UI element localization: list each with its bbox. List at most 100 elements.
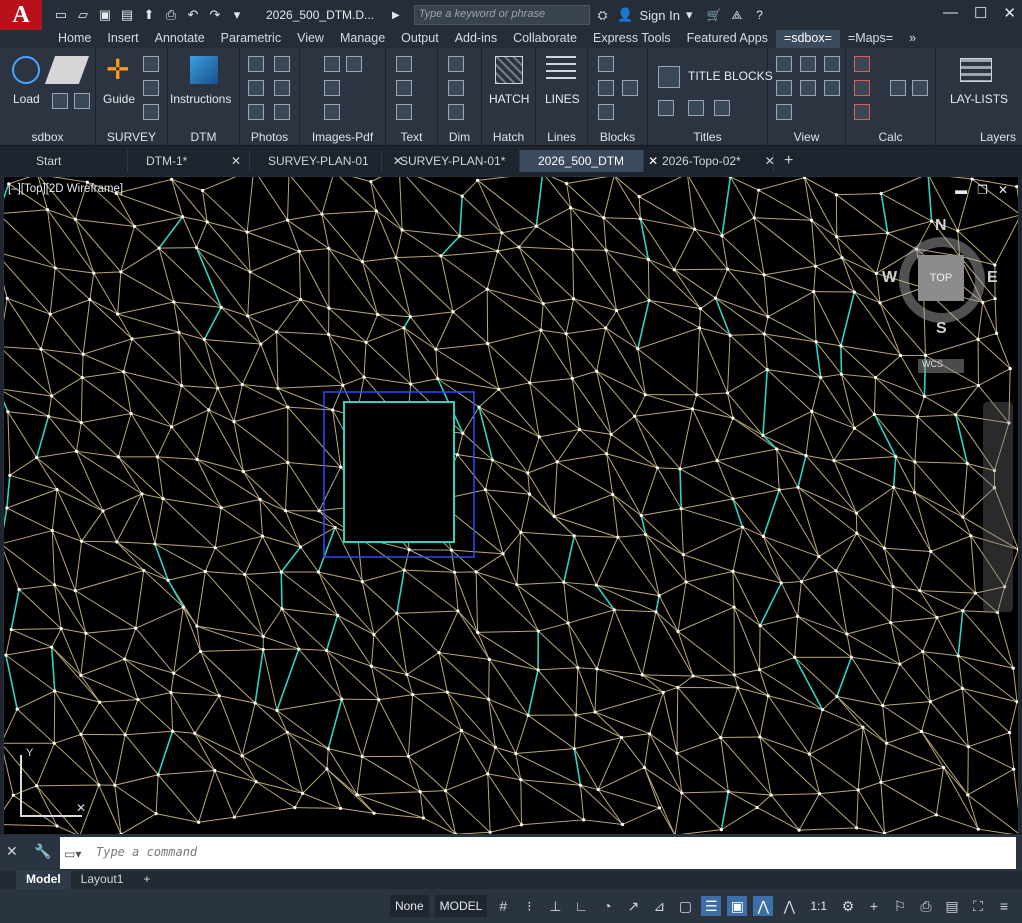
view-split-icon[interactable] [800,56,816,72]
sign-in-button[interactable]: 👤 Sign In ▾ [617,7,692,23]
command-prompt-icon[interactable]: ▭▾ [64,847,81,861]
save-icon[interactable]: ▣ [96,6,114,24]
undo-icon[interactable]: ↶ [184,6,202,24]
dim-chain-icon[interactable] [448,104,464,120]
close-icon[interactable]: ✕ [998,183,1008,197]
tab-sdbox[interactable]: =sdbox= [775,30,840,48]
a4-icon[interactable] [52,93,68,109]
gear-icon[interactable]: ⚙ [838,896,858,916]
photo-export-icon[interactable] [274,104,290,120]
qat-dropdown-icon[interactable]: ▾ [228,6,246,24]
title-blocks-button[interactable]: TITLE BLOCKS [688,69,773,83]
text-style-icon[interactable] [396,56,412,72]
tab-home[interactable]: Home [50,30,99,48]
layers-icon[interactable] [960,58,992,82]
panel-label-view[interactable]: View [768,130,845,144]
close-icon[interactable]: ✕ [1003,4,1016,22]
clean-screen-icon[interactable]: ▤ [942,896,962,916]
tab-view[interactable]: View [289,30,332,48]
none-toggle[interactable]: None [389,895,429,917]
print-icon[interactable]: ⎙ [162,6,180,24]
panel-label-calc[interactable]: Calc [846,130,935,144]
navigation-bar[interactable] [983,402,1013,612]
tab-express-tools[interactable]: Express Tools [585,30,679,48]
level-icon[interactable] [143,104,159,120]
viewport-label[interactable]: [–][Top][2D Wireframe] [8,183,123,195]
tab-insert[interactable]: Insert [99,30,146,48]
close-icon[interactable]: ✕ [765,154,775,172]
tab-collaborate[interactable]: Collaborate [505,30,585,48]
tab-parametric[interactable]: Parametric [213,30,289,48]
lines-icon[interactable] [546,56,576,82]
minimize-icon[interactable]: — [943,4,958,22]
tab-layout1[interactable]: Layout1 [71,871,134,889]
help-icon[interactable]: ? [756,8,763,22]
calc-chart-icon[interactable] [854,104,870,120]
panel-label-photos[interactable]: Photos [240,130,299,144]
polar-icon[interactable]: ◔ [597,896,617,916]
doc-tab-survey-plan-01[interactable]: SURVEY-PLAN-01 ✕ [250,150,403,172]
panel-label-layers[interactable]: Layers [936,130,1022,144]
snap-icon[interactable]: ⁝ [519,896,539,916]
compass-north[interactable]: N [935,217,947,235]
calc-area-icon[interactable] [854,56,870,72]
panel-label-hatch[interactable]: Hatch [482,130,535,144]
compass-east[interactable]: E [987,269,998,287]
lineweight-icon[interactable]: ☰ [701,896,722,916]
view-zoom-icon[interactable] [776,80,792,96]
annotation-visibility-icon[interactable]: ⋀ [753,896,774,916]
cart-icon[interactable]: 🛒 [707,8,722,22]
calc-distance-icon[interactable] [912,80,928,96]
isodraft-icon[interactable]: ↗ [623,896,643,916]
hardware-acceleration-icon[interactable]: ⎙ [916,896,936,916]
tab-output[interactable]: Output [393,30,447,48]
panel-label-titles[interactable]: Titles [648,130,767,144]
block-grid-icon[interactable] [622,80,638,96]
photo-list-icon[interactable] [248,104,264,120]
fullscreen-icon[interactable]: ⛶ [968,896,988,916]
hatch-button[interactable]: HATCH [489,92,529,106]
panel-label-blocks[interactable]: Blocks [588,130,647,144]
panel-label-sdbox[interactable]: sdbox [0,130,95,144]
photo-add-icon[interactable] [248,80,264,96]
panel-label-lines[interactable]: Lines [536,130,587,144]
close-icon[interactable]: ✕ [6,843,18,860]
view-blank-icon[interactable] [824,56,840,72]
block-attribute-icon[interactable] [598,104,614,120]
tab-add-ins[interactable]: Add-ins [447,30,505,48]
viewcube-top-face[interactable]: TOP [918,255,964,301]
view-single-icon[interactable] [776,56,792,72]
title-sheet-icon[interactable] [714,100,730,116]
command-input[interactable]: Type a command [60,837,1016,869]
doc-tab-start[interactable]: Start [18,150,128,172]
redo-icon[interactable]: ↷ [206,6,224,24]
panel-label-dtm[interactable]: DTM [168,130,239,144]
panel-label-images-pdf[interactable]: Images-Pdf [300,130,385,144]
view-rotate-icon[interactable] [824,80,840,96]
close-icon[interactable]: ✕ [231,154,241,172]
calc-measure-icon[interactable] [890,80,906,96]
grid-icon[interactable] [143,80,159,96]
share-icon[interactable]: ⬆ [140,6,158,24]
customize-icon[interactable]: ≡ [994,896,1014,916]
search-input[interactable]: Type a keyword or phrase [413,5,590,25]
transparency-icon[interactable]: ▣ [727,896,748,916]
ribbon-overflow-icon[interactable]: » [901,30,924,48]
connect-icon[interactable]: ⟁ [731,8,742,23]
object-snap-icon[interactable]: ⊿ [649,896,669,916]
view-center-icon[interactable] [800,80,816,96]
load-icon[interactable] [12,56,40,84]
photo-delete-icon[interactable] [274,56,290,72]
tab-model[interactable]: Model [16,871,71,889]
isolate-icon[interactable]: ⚐ [890,896,910,916]
infer-icon[interactable]: ⊥ [545,896,565,916]
block-edit-icon[interactable] [598,80,614,96]
panel-label-text[interactable]: Text [386,130,437,144]
title-block-icon[interactable] [658,66,680,88]
compass-west[interactable]: W [882,269,897,287]
image-icon[interactable] [324,56,340,72]
pdf-icon[interactable] [324,80,340,96]
hatch-icon[interactable] [495,56,523,84]
guide-button[interactable]: Guide [103,92,135,106]
text-edit-icon[interactable] [396,80,412,96]
